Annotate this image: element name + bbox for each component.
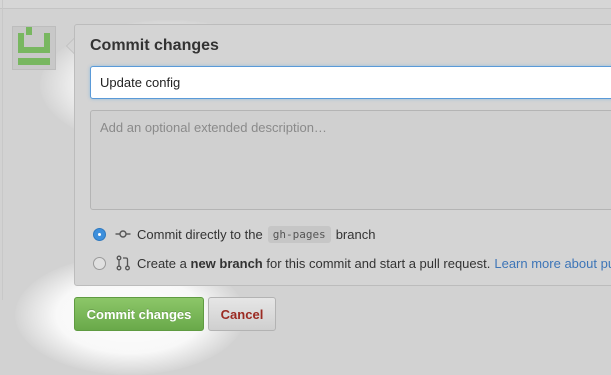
identicon-bar: [18, 58, 50, 65]
timeline-rail: [2, 0, 3, 300]
git-pull-request-icon: [116, 255, 130, 271]
option-branch-suffix: for this commit and start a pull request…: [266, 255, 491, 271]
commit-title: Commit changes: [90, 37, 219, 54]
learn-more-link[interactable]: Learn more about pu: [494, 256, 611, 271]
identicon-shape: [18, 33, 50, 53]
git-commit-icon: [115, 230, 131, 238]
radio-commit-direct[interactable]: [93, 227, 106, 241]
option-new-branch[interactable]: Create a new branch for this commit and …: [93, 253, 611, 273]
commit-changes-button[interactable]: Commit changes: [74, 297, 204, 331]
option-commit-direct[interactable]: Commit directly to the gh-pages branch: [93, 224, 375, 244]
option-direct-suffix: branch: [335, 226, 376, 242]
cancel-button[interactable]: Cancel: [208, 297, 276, 331]
identicon-notch: [26, 27, 32, 35]
panel-caret-fill: [67, 39, 74, 53]
avatar: [12, 26, 56, 70]
top-divider: [0, 0, 611, 9]
commit-summary-input[interactable]: [90, 66, 611, 99]
option-direct-prefix: Commit directly to the: [137, 226, 263, 242]
option-branch-bold: new branch: [190, 255, 263, 271]
branch-name-badge: gh-pages: [267, 225, 331, 243]
commit-description-field[interactable]: [90, 110, 611, 210]
radio-new-branch[interactable]: [93, 256, 106, 270]
option-branch-prefix: Create a: [137, 255, 187, 271]
